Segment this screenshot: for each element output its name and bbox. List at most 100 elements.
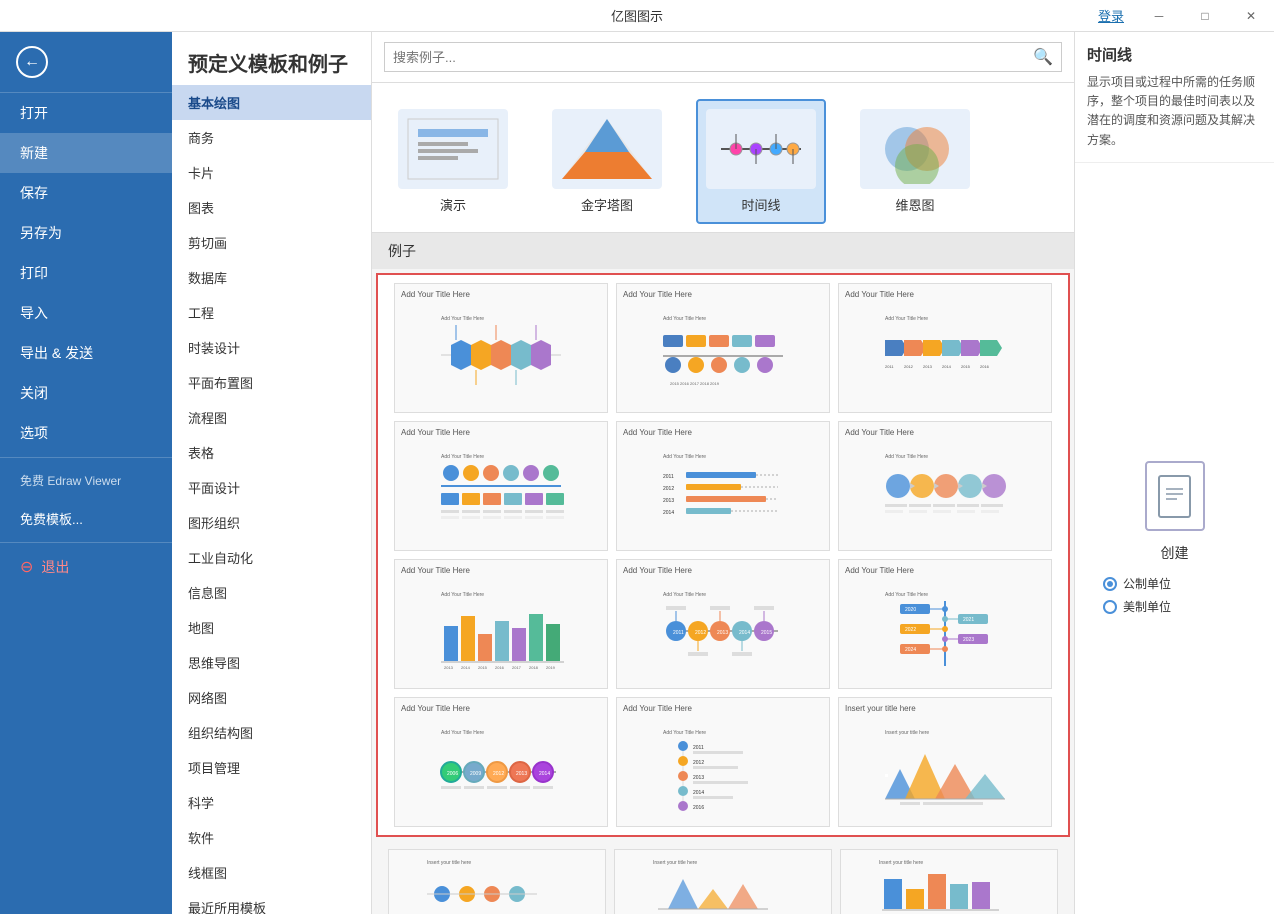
- svg-text:2013: 2013: [663, 498, 674, 504]
- sidebar-item-options[interactable]: 选项: [0, 413, 172, 453]
- category-item-card[interactable]: 卡片: [172, 155, 371, 190]
- category-item-fashion[interactable]: 时装设计: [172, 330, 371, 365]
- template-item-8[interactable]: Add Your Title Here Add Your Title Here …: [616, 559, 830, 689]
- template-7-content: Add Your Title Here: [401, 579, 601, 682]
- template-item-10[interactable]: Add Your Title Here Add Your Title Here …: [394, 697, 608, 827]
- sidebar-item-open[interactable]: 打开: [0, 93, 172, 133]
- category-item-mindmap[interactable]: 思维导图: [172, 645, 371, 680]
- radio-metric[interactable]: 公制单位: [1103, 575, 1171, 592]
- svg-text:2014: 2014: [942, 364, 952, 369]
- template-8-title: Add Your Title Here: [623, 566, 823, 575]
- category-item-database[interactable]: 数据库: [172, 260, 371, 295]
- close-window-button[interactable]: ✕: [1228, 0, 1274, 32]
- radio-imperial[interactable]: 美制单位: [1103, 598, 1171, 615]
- template-2-title: Add Your Title Here: [623, 290, 823, 299]
- search-input-wrapper: 🔍: [384, 42, 1062, 72]
- back-button[interactable]: ←: [0, 32, 172, 93]
- radio-imperial-label: 美制单位: [1123, 598, 1171, 615]
- template-item-5[interactable]: Add Your Title Here Add Your Title Here …: [616, 421, 830, 551]
- sidebar-item-exit[interactable]: ⊖ 退出: [0, 547, 172, 587]
- category-item-flowchart[interactable]: 流程图: [172, 400, 371, 435]
- svg-text:2014: 2014: [693, 790, 704, 796]
- sidebar-item-print[interactable]: 打印: [0, 253, 172, 293]
- category-item-project[interactable]: 项目管理: [172, 750, 371, 785]
- svg-text:2009: 2009: [470, 771, 481, 777]
- category-item-orgchart[interactable]: 组织结构图: [172, 715, 371, 750]
- create-button[interactable]: 创建: [1161, 543, 1189, 563]
- search-input[interactable]: [393, 50, 1027, 65]
- sidebar-item-export[interactable]: 导出 & 发送: [0, 333, 172, 373]
- category-item-clipart[interactable]: 剪切画: [172, 225, 371, 260]
- import-label: 导入: [20, 303, 48, 323]
- category-list: 基本绘图 商务 卡片 图表 剪切画 数据库 工程 时装设计 平面布置图 流程图 …: [172, 85, 371, 914]
- category-item-software[interactable]: 软件: [172, 820, 371, 855]
- category-item-map[interactable]: 地图: [172, 610, 371, 645]
- svg-text:2011: 2011: [693, 745, 704, 751]
- template-item-6[interactable]: Add Your Title Here Add Your Title Here: [838, 421, 1052, 551]
- sidebar-item-free-viewer[interactable]: 免费 Edraw Viewer: [0, 462, 172, 499]
- category-panel-title: 预定义模板和例子: [172, 32, 371, 85]
- free-template-label: 免费模板...: [20, 509, 83, 528]
- category-item-business[interactable]: 商务: [172, 120, 371, 155]
- template-item-2[interactable]: Add Your Title Here Add Your Title Here: [616, 283, 830, 413]
- more-template-3[interactable]: Insert your title here: [840, 849, 1058, 914]
- category-item-table[interactable]: 表格: [172, 435, 371, 470]
- category-item-industrial[interactable]: 工业自动化: [172, 540, 371, 575]
- sidebar-item-save-as[interactable]: 另存为: [0, 213, 172, 253]
- template-cat-timeline[interactable]: 时间线: [696, 99, 826, 224]
- template-item-1[interactable]: Add Your Title Here Add Your Title Here: [394, 283, 608, 413]
- maximize-button[interactable]: □: [1182, 0, 1228, 32]
- template-item-4[interactable]: Add Your Title Here Add Your Title Here: [394, 421, 608, 551]
- template-9-content: Add Your Title Here 2020 2022 2024: [845, 579, 1045, 682]
- category-item-basic[interactable]: 基本绘图: [172, 85, 371, 120]
- content-area: 预定义模板和例子 基本绘图 商务 卡片 图表 剪切画 数据库 工程 时装设计 平…: [172, 32, 1274, 914]
- template-cat-pyramid[interactable]: 金字塔图: [542, 99, 672, 224]
- category-item-chart[interactable]: 图表: [172, 190, 371, 225]
- search-icon[interactable]: 🔍: [1033, 47, 1053, 67]
- template-12-content: Insert your title here: [845, 717, 1045, 820]
- svg-text:Add Your Title Here: Add Your Title Here: [441, 730, 484, 736]
- svg-text:2016: 2016: [980, 364, 990, 369]
- template-item-3[interactable]: Add Your Title Here Add Your Title Here: [838, 283, 1052, 413]
- sidebar-menu: 打开 新建 保存 另存为 打印 导入 导出 & 发送 关闭: [0, 93, 172, 914]
- template-cat-label-pyramid: 金字塔图: [581, 195, 633, 214]
- sidebar-item-close[interactable]: 关闭: [0, 373, 172, 413]
- template-12-title: Insert your title here: [845, 704, 1045, 713]
- svg-text:2013: 2013: [516, 771, 527, 777]
- svg-text:2013: 2013: [693, 775, 704, 781]
- category-item-science[interactable]: 科学: [172, 785, 371, 820]
- category-item-flatdesign[interactable]: 平面设计: [172, 470, 371, 505]
- category-item-floorplan[interactable]: 平面布置图: [172, 365, 371, 400]
- category-panel: 预定义模板和例子 基本绘图 商务 卡片 图表 剪切画 数据库 工程 时装设计 平…: [172, 32, 372, 914]
- more-template-1[interactable]: Insert your title here: [388, 849, 606, 914]
- template-item-12[interactable]: Insert your title here Insert your title…: [838, 697, 1052, 827]
- template-10-title: Add Your Title Here: [401, 704, 601, 713]
- minimize-button[interactable]: －: [1136, 0, 1182, 32]
- category-item-network[interactable]: 网络图: [172, 680, 371, 715]
- svg-text:2015 2016 2017 2018 2019: 2015 2016 2017 2018 2019: [670, 381, 720, 386]
- category-item-engineering[interactable]: 工程: [172, 295, 371, 330]
- template-cat-presentation[interactable]: 演示: [388, 99, 518, 224]
- category-item-recent[interactable]: 最近所用模板: [172, 890, 371, 914]
- login-link[interactable]: 登录: [1098, 6, 1124, 25]
- sidebar-item-import[interactable]: 导入: [0, 293, 172, 333]
- template-item-7[interactable]: Add Your Title Here Add Your Title Here: [394, 559, 608, 689]
- template-1-title: Add Your Title Here: [401, 290, 601, 299]
- template-item-9[interactable]: Add Your Title Here Add Your Title Here …: [838, 559, 1052, 689]
- template-6-title: Add Your Title Here: [845, 428, 1045, 437]
- sidebar-item-save[interactable]: 保存: [0, 173, 172, 213]
- sidebar-divider-2: [0, 542, 172, 543]
- template-cat-venn[interactable]: 维恩图: [850, 99, 980, 224]
- svg-text:2024: 2024: [905, 647, 916, 653]
- template-cat-label-timeline: 时间线: [741, 195, 780, 214]
- svg-text:2012: 2012: [904, 364, 914, 369]
- template-item-11[interactable]: Add Your Title Here Add Your Title Here …: [616, 697, 830, 827]
- category-item-wireframe[interactable]: 线框图: [172, 855, 371, 890]
- create-section: 创建 公制单位 美制单位: [1075, 163, 1274, 914]
- more-template-2[interactable]: Insert your title here: [614, 849, 832, 914]
- sidebar-item-new[interactable]: 新建: [0, 133, 172, 173]
- category-item-infographic[interactable]: 信息图: [172, 575, 371, 610]
- category-item-shapes[interactable]: 图形组织: [172, 505, 371, 540]
- sidebar-item-free-template[interactable]: 免费模板...: [0, 499, 172, 538]
- template-cat-thumb-presentation: [398, 109, 508, 189]
